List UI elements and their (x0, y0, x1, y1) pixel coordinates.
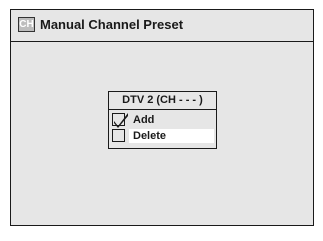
screen: CH Manual Channel Preset DTV 2 (CH - - -… (0, 0, 323, 241)
option-delete-label: Delete (129, 129, 214, 143)
checkmark-icon (114, 113, 128, 128)
page-title: Manual Channel Preset (40, 17, 184, 32)
channel-icon: CH (18, 17, 35, 32)
title-bar: CH Manual Channel Preset (11, 10, 313, 42)
option-delete[interactable]: Delete (109, 128, 216, 144)
checkbox-delete[interactable] (112, 129, 125, 142)
option-add-label: Add (133, 114, 155, 126)
popup-header: DTV 2 (CH - - - ) (109, 92, 216, 110)
channel-popup: DTV 2 (CH - - - ) Add Delete (108, 91, 217, 149)
checkbox-add[interactable] (112, 113, 128, 128)
option-add[interactable]: Add (109, 112, 216, 128)
